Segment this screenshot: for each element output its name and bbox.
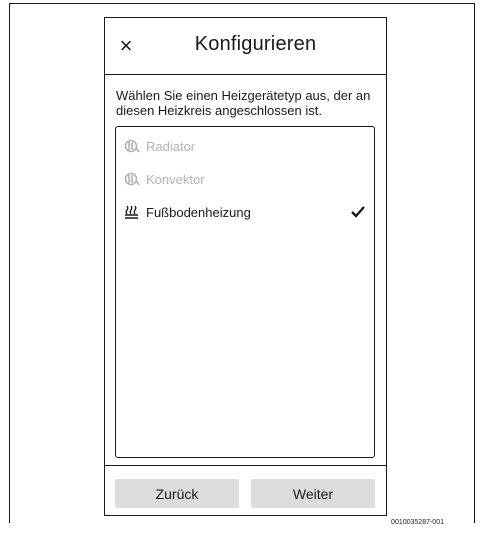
close-icon: ×: [119, 33, 133, 58]
next-button[interactable]: Weiter: [251, 479, 375, 508]
option-radiator[interactable]: Radiator: [124, 135, 366, 157]
back-button[interactable]: Zurück: [115, 479, 239, 508]
close-button[interactable]: ×: [115, 34, 137, 58]
phone-screen: × Konfigurieren Wählen Sie einen Heizger…: [104, 17, 387, 516]
radiator-icon: [124, 138, 142, 154]
instruction-text: Wählen Sie einen Heizgerätetyp aus, der …: [116, 88, 371, 118]
header: × Konfigurieren: [105, 18, 386, 75]
convector-icon: [124, 171, 142, 187]
figure-caption: 0010035287-001: [391, 519, 444, 526]
footer: Zurück Weiter: [105, 465, 386, 517]
option-floor-heating[interactable]: Fußbodenheizung: [124, 201, 366, 223]
checkmark-icon: [350, 205, 366, 219]
page-title: Konfigurieren: [194, 33, 317, 55]
heater-type-list: Radiator Konvektor Fußbodenheizung: [115, 126, 375, 458]
floor-heating-icon: [124, 204, 142, 220]
option-label: Radiator: [146, 138, 196, 154]
option-convector[interactable]: Konvektor: [124, 168, 366, 190]
option-label: Konvektor: [146, 171, 205, 187]
option-label: Fußbodenheizung: [146, 204, 251, 220]
